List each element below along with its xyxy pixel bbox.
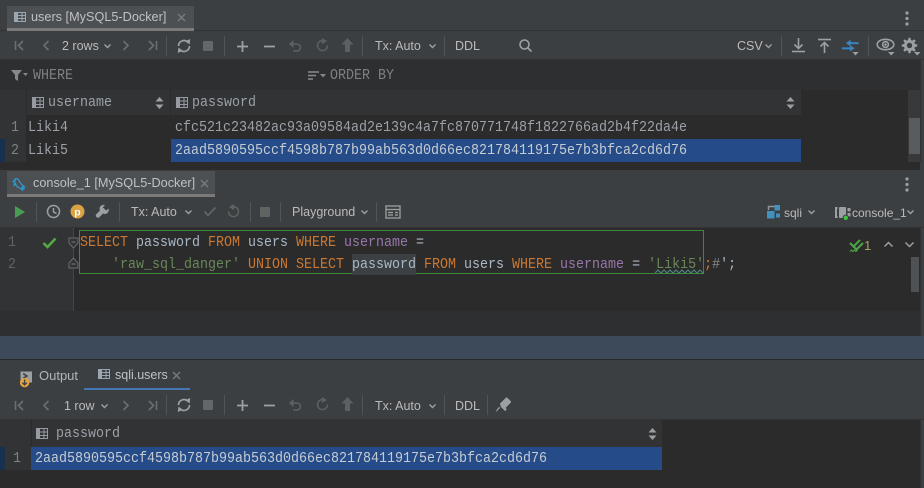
svg-text:p: p [74,206,80,218]
